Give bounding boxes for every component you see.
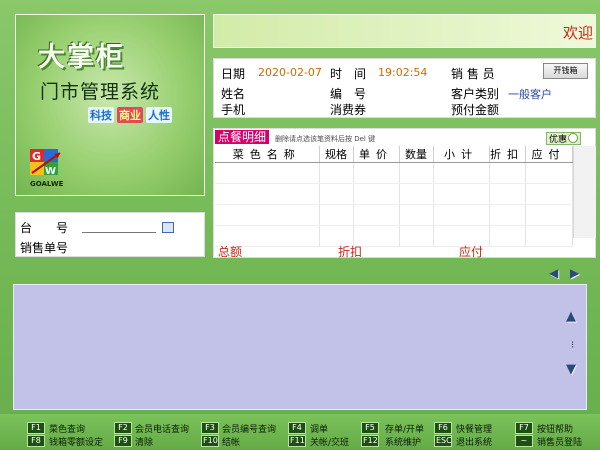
date-label: 日期 <box>221 67 246 81</box>
customer-type-label: 客户类别 <box>451 87 500 101</box>
scroll-down-icon[interactable]: ▼ <box>566 362 576 377</box>
table-row[interactable] <box>215 183 573 205</box>
scroll-position-icon: ⁝ <box>571 340 575 351</box>
hotkey-f7[interactable]: F7 <box>515 422 533 434</box>
welcome-text: 欢迎 <box>563 24 594 42</box>
column-header: 小计 <box>433 146 490 163</box>
order-info-panel: 日期 2020-02-07 时 间 19:02:54 销 售 员 开钱箱 姓名 … <box>213 58 596 118</box>
tag-business: 商业 <box>117 107 143 123</box>
column-header: 菜色名称 <box>215 146 320 163</box>
phone-label: 手机 <box>221 103 246 117</box>
next-page-icon[interactable]: ▶ <box>570 266 579 280</box>
hotkey-f12-label[interactable]: 系统维护 <box>385 435 421 448</box>
table-row[interactable] <box>215 225 573 247</box>
table-row[interactable] <box>215 162 573 184</box>
hotkey-esc[interactable]: ESC <box>434 435 452 447</box>
hotkey-f8-label[interactable]: 钱箱零额设定 <box>49 435 103 448</box>
hotkey-f11-label[interactable]: 关帐/交班 <box>310 435 349 448</box>
table-number-input[interactable] <box>82 232 156 233</box>
welcome-marquee: 欢迎 <box>213 14 596 48</box>
discount-option-label: 优惠 <box>549 135 568 145</box>
table-row[interactable] <box>215 204 573 226</box>
discount-option[interactable]: 优惠 <box>546 132 582 145</box>
detail-scrollbar[interactable] <box>573 146 596 238</box>
hotkey-f2[interactable]: F2 <box>114 422 132 434</box>
salesperson-label: 销 售 员 <box>451 67 495 81</box>
column-header: 应付 <box>525 146 573 163</box>
hotkey-f12[interactable]: F12 <box>361 435 379 447</box>
hotkey-f7-label[interactable]: 按钮帮助 <box>537 422 573 435</box>
hotkey-f5-label[interactable]: 存单/开单 <box>385 422 424 435</box>
hotkey-tilde[interactable]: ~ <box>515 435 533 447</box>
voucher-label: 消费券 <box>330 103 367 117</box>
hotkey-f10-label[interactable]: 结帐 <box>222 435 240 448</box>
hotkey-f3-label[interactable]: 会员编号查询 <box>222 422 276 435</box>
hotkey-esc-label[interactable]: 退出系统 <box>456 435 492 448</box>
hotkey-f2-label[interactable]: 会员电话查询 <box>135 422 189 435</box>
time-value: 19:02:54 <box>378 66 428 79</box>
delete-hint: 删除请点选该笔资料后按 Del 键 <box>275 135 376 143</box>
svg-text:G: G <box>32 150 41 163</box>
hotkey-f1[interactable]: F1 <box>27 422 45 434</box>
hotkey-f1-label[interactable]: 菜色查询 <box>49 422 85 435</box>
table-number-panel: 台 号 销售单号 <box>15 212 205 257</box>
hotkey-f4[interactable]: F4 <box>288 422 306 434</box>
column-header: 折扣 <box>489 146 526 163</box>
svg-text:W: W <box>45 166 56 177</box>
date-value: 2020-02-07 <box>258 66 322 79</box>
hotkey-f9-label[interactable]: 清除 <box>135 435 153 448</box>
hotkey-f6[interactable]: F6 <box>434 422 452 434</box>
hotkey-f11[interactable]: F11 <box>288 435 306 447</box>
sale-number-label: 销售单号 <box>20 241 69 255</box>
hotkey-tilde-label[interactable]: 销售员登陆 <box>537 435 582 448</box>
scroll-up-icon[interactable]: ▲ <box>566 309 576 324</box>
hotkey-f10[interactable]: F10 <box>201 435 219 447</box>
total-label: 总额 <box>218 245 243 259</box>
customer-type-value[interactable]: 一般客户 <box>508 86 552 102</box>
table-label: 台 号 <box>20 221 69 235</box>
hotkey-f8[interactable]: F8 <box>27 435 45 447</box>
order-detail-title: 点餐明细 <box>215 130 270 144</box>
column-header: 规格 <box>319 146 354 163</box>
prev-page-icon[interactable]: ◀ <box>549 266 558 280</box>
lookup-icon[interactable] <box>162 222 174 233</box>
payable-label: 应付 <box>459 245 484 259</box>
hotkey-f4-label[interactable]: 调单 <box>310 422 328 435</box>
menu-items-panel[interactable]: ▲ ⁝ ▼ <box>13 284 587 410</box>
order-detail-panel: 点餐明细 删除请点选该笔资料后按 Del 键 优惠 菜色名称 规格 单价 数量 … <box>213 128 596 259</box>
goalwe-logo-icon: G W <box>30 149 61 177</box>
name-label: 姓名 <box>221 87 246 101</box>
number-label: 编 号 <box>330 87 367 101</box>
logo-mark-text: GOALWE <box>30 180 64 188</box>
brand-name: 大掌柜 <box>38 42 125 73</box>
hotkey-f3[interactable]: F3 <box>201 422 219 434</box>
order-items-table[interactable]: 菜色名称 规格 单价 数量 小计 折扣 应付 <box>215 146 573 247</box>
radio-icon[interactable] <box>568 133 579 143</box>
time-label: 时 间 <box>330 67 367 81</box>
column-header: 单价 <box>353 146 400 163</box>
hotkey-bar: F1 菜色查询 F2 会员电话查询 F3 会员编号查询 F4 调单 F5 存单/… <box>0 414 600 450</box>
hotkey-f5[interactable]: F5 <box>361 422 379 434</box>
open-drawer-button[interactable]: 开钱箱 <box>543 63 588 79</box>
tag-tech: 科技 <box>88 107 114 123</box>
tag-human: 人性 <box>146 107 172 123</box>
prepaid-label: 预付金额 <box>451 103 500 117</box>
hotkey-f6-label[interactable]: 快餐管理 <box>456 422 492 435</box>
discount-label: 折扣 <box>338 245 363 259</box>
logo-panel: 大掌柜 门市管理系统 科技 商业 人性 G W GOALWE <box>15 14 205 196</box>
slogan-tags: 科技 商业 人性 <box>88 107 175 123</box>
system-name: 门市管理系统 <box>40 81 161 103</box>
column-header: 数量 <box>399 146 434 163</box>
hotkey-f9[interactable]: F9 <box>114 435 132 447</box>
